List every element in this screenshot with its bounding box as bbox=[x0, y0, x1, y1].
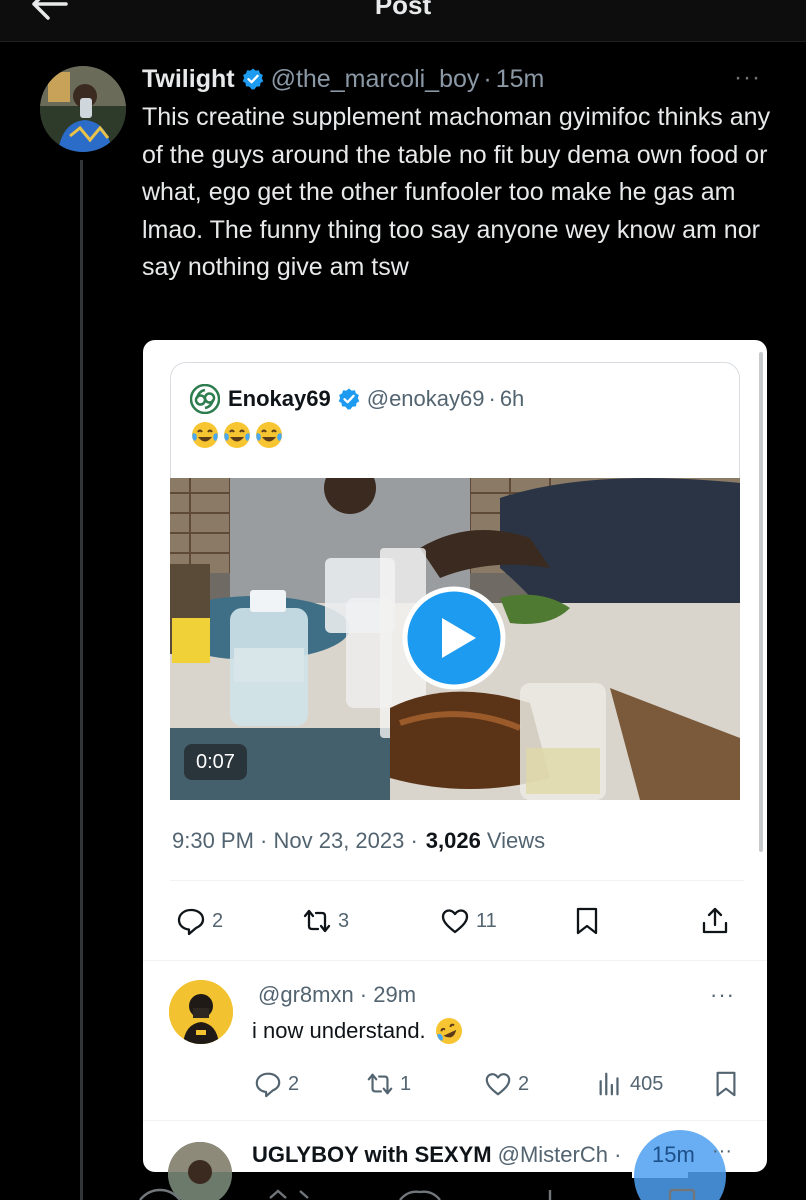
tweet-text: This creatine supplement machoman gyimif… bbox=[142, 103, 771, 282]
reply-header: UGLYBOY with SEXYM @MisterCh · bbox=[252, 1142, 621, 1168]
repost-count: 3 bbox=[338, 909, 350, 932]
tears-of-joy-emoji-icon bbox=[224, 422, 250, 448]
reply-icon bbox=[255, 1072, 281, 1098]
views-button[interactable]: 405 bbox=[596, 1070, 663, 1098]
reply-count: 2 bbox=[288, 1072, 300, 1095]
author-handle[interactable]: @the_marcoli_boy bbox=[271, 65, 480, 94]
quoted-tweet-time[interactable]: 6h bbox=[500, 386, 524, 412]
tweet-meta: 9:30 PM · Nov 23, 2023 · 3,026 Views bbox=[172, 824, 545, 858]
repost-icon bbox=[367, 1073, 393, 1095]
more-options-icon[interactable]: ··· bbox=[710, 982, 735, 1008]
play-button-icon[interactable] bbox=[402, 586, 506, 690]
rolling-laughing-emoji-icon bbox=[435, 1018, 462, 1044]
main-tweet-actions-row bbox=[139, 1188, 696, 1200]
repost-button[interactable]: 1 bbox=[366, 1070, 411, 1098]
reply-button[interactable]: 2 bbox=[254, 1070, 299, 1098]
video-duration: 0:07 bbox=[184, 744, 247, 780]
like-button[interactable]: 2 bbox=[484, 1070, 529, 1098]
reply-time[interactable]: 15m bbox=[652, 1142, 695, 1168]
repost-button[interactable]: 3 bbox=[302, 906, 349, 936]
tweet-timestamp[interactable]: 9:30 PM · Nov 23, 2023 · bbox=[172, 828, 418, 854]
page-title: Post bbox=[374, 0, 432, 20]
divider bbox=[143, 1120, 767, 1121]
repost-count: 1 bbox=[400, 1072, 412, 1095]
like-count: 11 bbox=[476, 909, 497, 932]
views-count: 405 bbox=[630, 1072, 664, 1095]
bookmark-button[interactable] bbox=[572, 906, 602, 936]
views-chart-icon bbox=[599, 1072, 619, 1096]
tears-of-joy-emoji-icon bbox=[192, 422, 218, 448]
tweet-time[interactable]: 15m bbox=[496, 65, 545, 94]
reply-handle-time[interactable]: @gr8mxn · 29m bbox=[258, 982, 416, 1008]
quoted-tweet-text bbox=[190, 420, 284, 456]
repost-icon bbox=[303, 909, 331, 933]
tears-of-joy-emoji-icon bbox=[256, 422, 282, 448]
author-avatar[interactable] bbox=[40, 66, 126, 152]
reply-button[interactable]: 2 bbox=[176, 906, 223, 936]
top-bar: Post bbox=[0, 0, 806, 42]
separator-dot: · bbox=[488, 386, 496, 411]
heart-icon bbox=[441, 909, 469, 934]
reply-icon bbox=[177, 908, 205, 936]
reply-avatar[interactable] bbox=[169, 980, 233, 1044]
divider bbox=[170, 880, 744, 881]
reply-author-handle[interactable]: @MisterCh · bbox=[498, 1142, 622, 1167]
bookmark-button[interactable] bbox=[712, 1070, 740, 1098]
views-count: 3,026 bbox=[425, 828, 481, 853]
reply-text: i now understand. bbox=[252, 1018, 426, 1043]
quoted-author-name[interactable]: Enokay69 bbox=[228, 386, 331, 412]
separator-dot: · bbox=[483, 64, 492, 93]
heart-icon bbox=[485, 1073, 511, 1096]
share-button[interactable] bbox=[700, 906, 730, 936]
enokay69-logo-icon bbox=[190, 384, 220, 414]
views-label: Views bbox=[486, 828, 546, 853]
reply-text-row: i now understand. bbox=[252, 1016, 464, 1046]
more-options-icon[interactable]: ··· bbox=[734, 64, 761, 92]
reply-author-name[interactable]: UGLYBOY with SEXYM bbox=[252, 1142, 492, 1167]
tweet-header: Twilight @the_marcoli_boy · 15m bbox=[142, 62, 544, 96]
author-name[interactable]: Twilight bbox=[142, 65, 235, 94]
reply-count: 2 bbox=[212, 909, 224, 932]
more-options-icon[interactable]: ··· bbox=[712, 1140, 732, 1163]
quoted-tweet-header: Enokay69 @enokay69 · 6h bbox=[190, 382, 524, 416]
bookmark-icon bbox=[576, 907, 598, 935]
share-icon bbox=[702, 907, 728, 934]
scrollbar-thumb bbox=[759, 352, 763, 852]
thread-line bbox=[80, 160, 83, 1200]
quoted-author-handle[interactable]: @enokay69 bbox=[367, 386, 485, 412]
like-count: 2 bbox=[518, 1072, 530, 1095]
verified-badge-icon bbox=[242, 68, 263, 90]
like-button[interactable]: 11 bbox=[440, 906, 497, 936]
divider bbox=[143, 960, 767, 961]
verified-badge-icon bbox=[338, 388, 360, 410]
bookmark-icon bbox=[716, 1071, 736, 1097]
